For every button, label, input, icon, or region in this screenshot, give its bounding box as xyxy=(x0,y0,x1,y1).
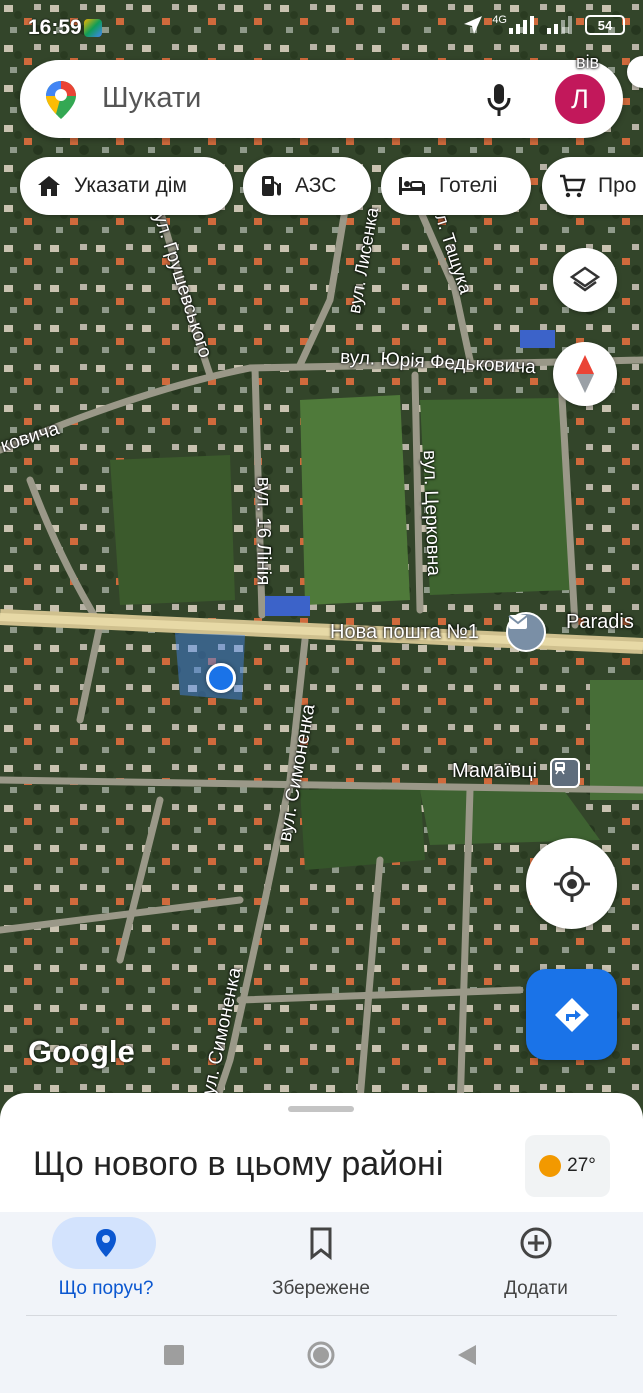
tab-contribute[interactable]: Додати xyxy=(436,1212,636,1316)
app-notification-icon xyxy=(84,19,102,37)
battery-icon: 54 xyxy=(585,15,625,35)
station-label-mamaivtsi[interactable]: Мамаївці xyxy=(452,760,537,783)
my-location-button[interactable] xyxy=(526,838,617,929)
back-icon[interactable] xyxy=(456,1343,478,1367)
home-circle-icon[interactable] xyxy=(306,1340,336,1370)
tab-label: Збережене xyxy=(272,1278,370,1299)
bottom-navigation: Що поруч? Збережене Додати xyxy=(0,1212,643,1316)
sheet-title: Що нового в цьому районі xyxy=(33,1145,444,1183)
sun-icon xyxy=(539,1155,562,1177)
street-label-16-liniya: вул. 16 Лінія xyxy=(252,476,274,586)
bookmark-icon xyxy=(310,1227,332,1261)
explore-pin-icon xyxy=(96,1229,116,1257)
weather-chip[interactable]: 27° xyxy=(525,1135,610,1197)
chip-label: Указати дім xyxy=(74,174,187,197)
compass-button[interactable] xyxy=(553,342,617,406)
chip-label: АЗС xyxy=(295,174,337,197)
gas-station-icon xyxy=(262,176,281,196)
layers-button[interactable] xyxy=(553,248,617,312)
map-label-partial-top: вів xyxy=(576,52,600,72)
chip-gas-stations[interactable]: АЗС xyxy=(243,157,371,215)
navigation-arrow-icon xyxy=(464,16,483,34)
mail-poi-icon[interactable] xyxy=(506,612,546,652)
directions-button[interactable] xyxy=(526,969,617,1060)
crosshair-icon xyxy=(553,865,590,902)
account-avatar[interactable]: Л xyxy=(555,74,605,124)
google-attribution: Google xyxy=(28,1034,135,1069)
search-input[interactable]: Шукати xyxy=(102,82,201,115)
chip-home[interactable]: Указати дім xyxy=(20,157,233,215)
microphone-icon[interactable] xyxy=(486,83,512,117)
cart-icon xyxy=(560,174,586,198)
recents-icon[interactable] xyxy=(163,1344,185,1366)
chip-label: Про xyxy=(598,174,637,197)
signal-icon xyxy=(509,16,534,34)
poi-label-paradise[interactable]: Paradis xyxy=(566,611,634,634)
compass-icon xyxy=(576,355,594,393)
system-navigation-bar xyxy=(0,1316,643,1393)
chip-hotels[interactable]: Готелі xyxy=(381,157,531,215)
signal-icon-2 xyxy=(547,16,572,34)
chip-groceries[interactable]: Про xyxy=(542,157,643,215)
explore-sheet[interactable]: Що нового в цьому районі 27° xyxy=(0,1093,643,1213)
hotel-icon xyxy=(399,177,425,195)
chip-label: Готелі xyxy=(439,174,498,197)
add-circle-icon xyxy=(520,1227,552,1259)
tab-saved[interactable]: Збережене xyxy=(221,1212,421,1316)
home-icon xyxy=(38,176,60,196)
directions-icon xyxy=(554,997,589,1032)
status-bar: 16:59 4G 54 xyxy=(0,0,643,58)
google-maps-pin-icon xyxy=(46,81,76,119)
tab-label: Додати xyxy=(504,1278,568,1299)
temperature: 27° xyxy=(567,1155,596,1176)
search-bar[interactable]: Шукати Л xyxy=(20,60,623,138)
my-location-dot xyxy=(206,663,236,693)
poi-label-nova-poshta[interactable]: Нова пошта №1 xyxy=(330,621,479,644)
category-chips: Указати дім АЗС Готелі Про xyxy=(0,157,643,217)
sheet-drag-handle[interactable] xyxy=(288,1106,354,1112)
street-label-tserkovna: вул. Церковна xyxy=(418,449,445,577)
train-station-icon[interactable] xyxy=(550,758,580,788)
layers-icon xyxy=(569,266,601,292)
tab-label: Що поруч? xyxy=(58,1278,154,1299)
network-type: 4G xyxy=(492,14,507,26)
tab-explore[interactable]: Що поруч? xyxy=(6,1212,206,1316)
status-time: 16:59 xyxy=(28,16,82,39)
